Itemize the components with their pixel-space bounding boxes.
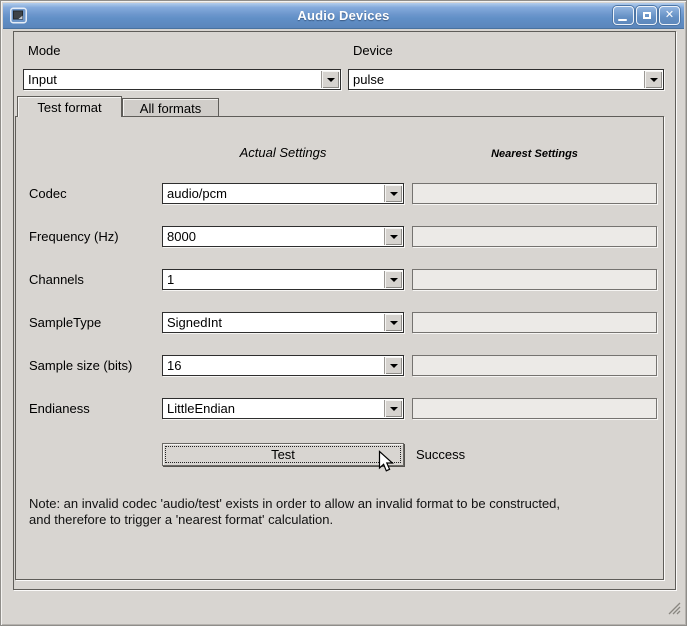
endianess-nearest-field [412, 398, 657, 419]
format-row-samplesize: Sample size (bits) 16 [16, 355, 663, 376]
endianess-dropdown[interactable]: LittleEndian [162, 398, 404, 419]
format-row-sampletype: SampleType SignedInt [16, 312, 663, 333]
note-text: Note: an invalid codec 'audio/test' exis… [29, 496, 654, 528]
test-button[interactable]: Test [162, 443, 404, 466]
minimize-icon [618, 19, 627, 21]
codec-label: Codec [29, 186, 67, 201]
samplesize-label: Sample size (bits) [29, 358, 132, 373]
dropdown-arrow-icon [384, 185, 402, 202]
tab-test-format[interactable]: Test format [17, 96, 122, 117]
samplesize-nearest-field [412, 355, 657, 376]
samplesize-dropdown[interactable]: 16 [162, 355, 404, 376]
window-menu-icon[interactable] [10, 7, 27, 24]
sampletype-nearest-field [412, 312, 657, 333]
window-controls: ✕ [613, 6, 680, 25]
status-text: Success [416, 447, 465, 462]
mode-label: Mode [28, 43, 61, 58]
dropdown-arrow-icon [384, 228, 402, 245]
codec-nearest-field [412, 183, 657, 204]
dropdown-arrow-icon [321, 71, 339, 88]
dropdown-arrow-icon [644, 71, 662, 88]
minimize-button[interactable] [613, 6, 634, 25]
codec-dropdown-value: audio/pcm [167, 186, 383, 201]
frequency-label: Frequency (Hz) [29, 229, 119, 244]
maximize-icon [643, 12, 651, 19]
device-dropdown-value: pulse [353, 72, 643, 87]
frequency-dropdown-value: 8000 [167, 229, 383, 244]
tab-all-formats[interactable]: All formats [122, 98, 219, 116]
resize-grip-icon[interactable] [668, 602, 681, 618]
title-bar: Audio Devices ✕ [3, 3, 684, 29]
channels-dropdown[interactable]: 1 [162, 269, 404, 290]
device-label: Device [353, 43, 393, 58]
mode-dropdown-value: Input [28, 72, 320, 87]
window-title: Audio Devices [3, 8, 684, 23]
samplesize-dropdown-value: 16 [167, 358, 383, 373]
sampletype-dropdown[interactable]: SignedInt [162, 312, 404, 333]
dropdown-arrow-icon [384, 314, 402, 331]
format-row-frequency: Frequency (Hz) 8000 [16, 226, 663, 247]
dropdown-arrow-icon [384, 271, 402, 288]
endianess-label: Endianess [29, 401, 90, 416]
sampletype-dropdown-value: SignedInt [167, 315, 383, 330]
channels-dropdown-value: 1 [167, 272, 383, 287]
close-icon: ✕ [665, 10, 674, 21]
channels-label: Channels [29, 272, 84, 287]
endianess-dropdown-value: LittleEndian [167, 401, 383, 416]
mode-dropdown[interactable]: Input [23, 69, 341, 90]
test-format-panel: Actual Settings Nearest Settings Codec a… [15, 116, 664, 580]
audio-devices-window: Audio Devices ✕ Mode Input Device pulse … [0, 0, 687, 626]
dropdown-arrow-icon [384, 400, 402, 417]
sampletype-label: SampleType [29, 315, 101, 330]
note-line: and therefore to trigger a 'nearest form… [29, 512, 654, 528]
format-row-channels: Channels 1 [16, 269, 663, 290]
dropdown-arrow-icon [384, 357, 402, 374]
close-button[interactable]: ✕ [659, 6, 680, 25]
note-line: Note: an invalid codec 'audio/test' exis… [29, 496, 654, 512]
frequency-dropdown[interactable]: 8000 [162, 226, 404, 247]
format-row-codec: Codec audio/pcm [16, 183, 663, 204]
codec-dropdown[interactable]: audio/pcm [162, 183, 404, 204]
device-dropdown[interactable]: pulse [348, 69, 664, 90]
maximize-button[interactable] [636, 6, 657, 25]
frequency-nearest-field [412, 226, 657, 247]
nearest-settings-header: Nearest Settings [412, 148, 657, 160]
actual-settings-header: Actual Settings [162, 145, 404, 160]
format-row-endianess: Endianess LittleEndian [16, 398, 663, 419]
channels-nearest-field [412, 269, 657, 290]
